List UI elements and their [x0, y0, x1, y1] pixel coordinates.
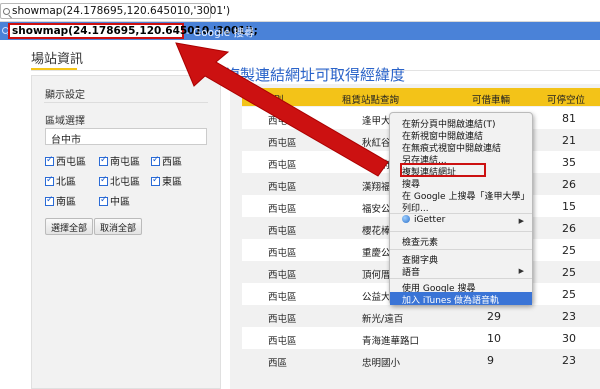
red-arrow-annotation [175, 42, 389, 177]
screenshot-root: showmap(24.178695,120.645010,'3001') sho… [0, 0, 600, 389]
